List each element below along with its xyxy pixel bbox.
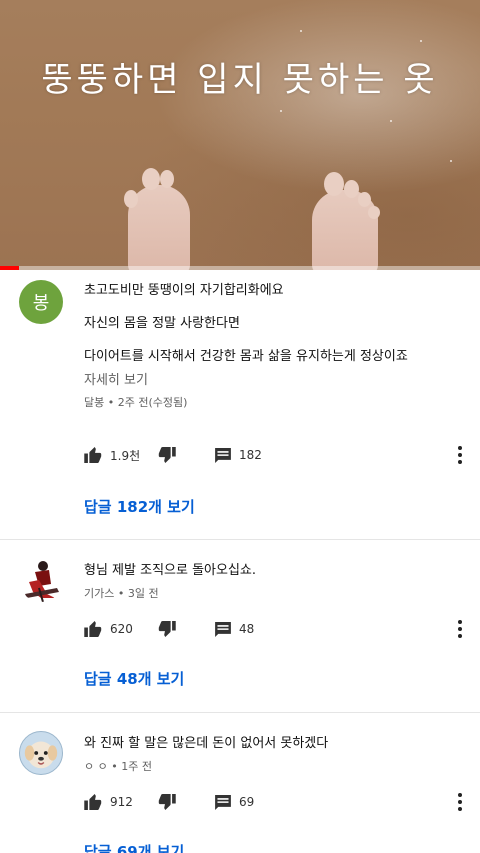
thumb-down-icon xyxy=(158,621,176,637)
like-count: 620 xyxy=(110,622,133,636)
comment-actions: 912 69 xyxy=(84,791,480,813)
thumb-up-icon xyxy=(84,621,102,637)
comment-line: 다이어트를 시작해서 건강한 몸과 삶을 유지하는게 정상이죠 xyxy=(84,349,408,364)
divider xyxy=(0,539,480,540)
comment-actions: 620 48 xyxy=(84,618,480,640)
thumb-up-icon xyxy=(84,447,102,463)
comment-meta: 기가스 • 3일 전 xyxy=(84,585,440,601)
comment-time: 1주 전 xyxy=(121,760,152,773)
view-replies-link[interactable]: 답글 69개 보기 xyxy=(84,841,184,853)
more-vert-icon[interactable] xyxy=(454,619,466,639)
meta-separator: • xyxy=(107,396,115,409)
comment-body: 형님 제발 조직으로 돌아오십쇼. 기가스 • 3일 전 xyxy=(84,562,440,601)
thumb-down-icon xyxy=(158,447,176,463)
comment-icon xyxy=(215,447,231,463)
comment-time: 3일 전 xyxy=(127,587,159,600)
meta-separator: • xyxy=(111,760,118,773)
thumb-down-icon xyxy=(158,794,176,810)
avatar-figure-image xyxy=(25,561,59,602)
comment-time: 2주 전(수정됨) xyxy=(117,396,188,409)
comment-author: ㅇ ㅇ xyxy=(84,760,108,773)
video-progress-fill xyxy=(0,266,20,270)
avatar[interactable] xyxy=(19,558,63,602)
like-count: 912 xyxy=(110,795,133,809)
sparkle xyxy=(300,30,302,32)
reply-button[interactable]: 69 xyxy=(215,791,254,813)
comment-line: 자신의 몸을 정말 사랑한다면 xyxy=(84,316,240,331)
comment-actions: 1.9천 182 xyxy=(84,444,480,466)
reply-count: 48 xyxy=(239,622,255,636)
reply-count: 69 xyxy=(239,795,255,809)
sparkle xyxy=(420,40,422,42)
meta-separator: • xyxy=(117,587,125,600)
sparkle xyxy=(450,160,452,162)
like-button[interactable]: 620 xyxy=(84,618,133,640)
sparkle xyxy=(280,110,282,112)
more-vert-icon[interactable] xyxy=(454,445,466,465)
avatar[interactable] xyxy=(19,731,63,775)
thumb-up-icon xyxy=(84,794,102,810)
like-button[interactable]: 1.9천 xyxy=(84,444,140,466)
comment-author: 기가스 xyxy=(84,587,115,600)
like-count: 1.9천 xyxy=(110,448,141,463)
reply-button[interactable]: 182 xyxy=(215,444,262,466)
avatar[interactable]: 봉 xyxy=(19,280,63,324)
comment-line: 와 진짜 할 말은 많은데 돈이 없어서 못하겠다 xyxy=(84,736,329,751)
view-replies-link[interactable]: 답글 48개 보기 xyxy=(84,668,184,689)
reply-count: 182 xyxy=(239,448,262,462)
comment-body: 와 진짜 할 말은 많은데 돈이 없어서 못하겠다 ㅇ ㅇ • 1주 전 xyxy=(84,735,440,774)
reply-button[interactable]: 48 xyxy=(215,618,254,640)
comment-meta: ㅇ ㅇ • 1주 전 xyxy=(84,758,440,774)
avatar-dog-image xyxy=(24,741,58,769)
comment-meta: 달봉 • 2주 전(수정됨) xyxy=(84,394,440,410)
comment-icon xyxy=(215,621,231,637)
video-progress-bar[interactable] xyxy=(0,266,480,270)
view-replies-link[interactable]: 답글 182개 보기 xyxy=(84,496,195,517)
sparkle xyxy=(390,120,392,122)
comment-icon xyxy=(215,794,231,810)
read-more-link[interactable]: 자세히 보기 xyxy=(84,369,440,388)
avatar-letter: 봉 xyxy=(32,293,50,314)
like-button[interactable]: 912 xyxy=(84,791,133,813)
comment-body: 초고도비만 뚱땡이의 자기합리화에요 자신의 몸을 정말 사랑한다면 다이어트를… xyxy=(84,282,440,410)
comment-author: 달봉 xyxy=(84,396,105,409)
video-player[interactable]: 뚱뚱하면 입지 못하는 옷 xyxy=(0,0,480,270)
dislike-button[interactable] xyxy=(158,791,176,813)
video-title-overlay: 뚱뚱하면 입지 못하는 옷 xyxy=(41,60,439,100)
divider xyxy=(0,712,480,713)
comment-line: 형님 제발 조직으로 돌아오십쇼. xyxy=(84,563,257,578)
comment-line: 초고도비만 뚱땡이의 자기합리화에요 xyxy=(84,283,284,298)
more-vert-icon[interactable] xyxy=(454,792,466,812)
dislike-button[interactable] xyxy=(158,618,176,640)
dislike-button[interactable] xyxy=(158,444,176,466)
